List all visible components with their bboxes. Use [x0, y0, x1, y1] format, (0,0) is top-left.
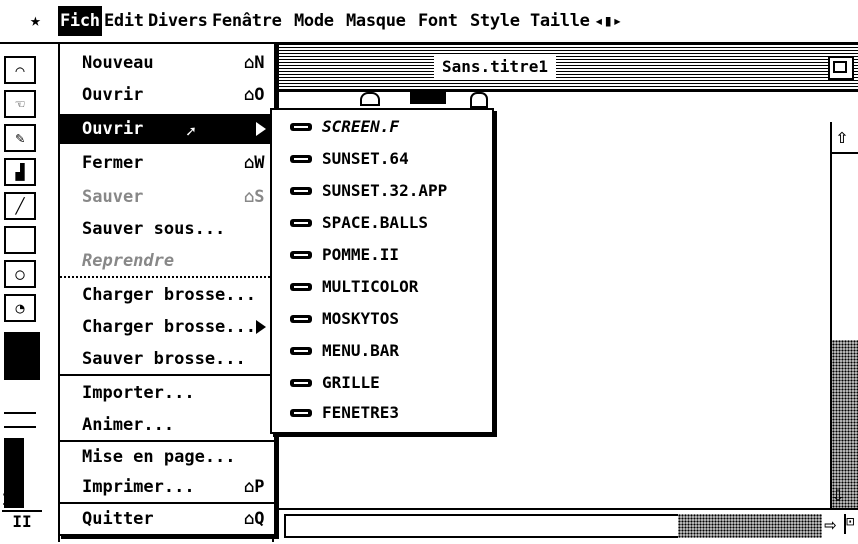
submenu-arrow-icon: [256, 320, 266, 334]
line-width-icon[interactable]: [4, 412, 36, 428]
open-submenu: SCREEN.F SUNSET.64 SUNSET.32.APP SPACE.B…: [270, 108, 494, 434]
menu-item-fermer[interactable]: Fermer ⌂W: [60, 148, 274, 178]
zoom-box-icon[interactable]: [828, 56, 854, 80]
menu-mode[interactable]: Mode: [294, 6, 334, 36]
menu-item-importer[interactable]: Importer...: [60, 378, 274, 408]
tool-palette: ⌒ ☜ ✎ ▟ ╱ ◯ ◔ I II: [0, 42, 60, 542]
magnifier-icon[interactable]: [360, 92, 380, 106]
submenu-item-file[interactable]: FENETRE3: [272, 398, 492, 428]
menu-item-reprendre[interactable]: Reprendre: [60, 246, 274, 276]
menu-separator: [60, 276, 274, 278]
menu-item-imprimer[interactable]: Imprimer... ⌂P: [60, 472, 274, 502]
submenu-item-file[interactable]: GRILLE: [272, 368, 492, 398]
disk-icon: [290, 347, 312, 355]
lock-icon[interactable]: [470, 92, 488, 108]
menu-style[interactable]: Style: [470, 6, 520, 36]
scroll-right-arrow-icon[interactable]: ⇨: [824, 512, 836, 536]
disk-icon: [290, 409, 312, 417]
menu-item-nouveau[interactable]: Nouveau ⌂N: [60, 48, 274, 78]
menu-item-sauver[interactable]: Sauver ⌂S: [60, 182, 274, 212]
pattern-selector-icon[interactable]: II: [2, 510, 42, 534]
disk-icon: [290, 155, 312, 163]
menu-item-charger-brosse-submenu[interactable]: Charger brosse...: [60, 312, 274, 342]
lasso-tool-icon[interactable]: ⌒: [4, 56, 36, 84]
submenu-item-file[interactable]: SCREEN.F: [272, 112, 492, 142]
freeform-tool-icon[interactable]: ◔: [4, 294, 36, 322]
submenu-item-file[interactable]: MENU.BAR: [272, 336, 492, 366]
mouse-cursor-icon: ➚: [186, 122, 196, 141]
window-title: Sans.titre1: [434, 55, 556, 79]
apple-menu-icon[interactable]: ★: [30, 6, 56, 36]
grow-box-icon[interactable]: ⊡: [844, 514, 858, 534]
menu-separator: [60, 374, 274, 376]
horizontal-scroll-track[interactable]: [678, 514, 822, 538]
disk-icon: [290, 283, 312, 291]
menu-item-animer[interactable]: Animer...: [60, 410, 274, 440]
file-menu: Nouveau ⌂N Ouvrir ⌂O Ouvrir ➚ Fermer ⌂W …: [58, 42, 276, 536]
hand-tool-icon[interactable]: ☜: [4, 90, 36, 118]
submenu-item-file[interactable]: MOSKYTOS: [272, 304, 492, 334]
menu-fich[interactable]: Fich: [58, 6, 102, 36]
disk-icon: [290, 187, 312, 195]
menu-masque[interactable]: Masque: [346, 6, 406, 36]
disk-icon: [290, 379, 312, 387]
menu-item-sauver-sous[interactable]: Sauver sous...: [60, 214, 274, 244]
paint-bucket-tool-icon[interactable]: ▟: [4, 158, 36, 186]
line-tool-icon[interactable]: ╱: [4, 192, 36, 220]
menu-edit[interactable]: Edit: [104, 6, 144, 36]
disk-icon: [290, 219, 312, 227]
menu-item-mise-en-page[interactable]: Mise en page...: [60, 442, 274, 472]
menu-item-sauver-brosse[interactable]: Sauver brosse...: [60, 344, 274, 374]
submenu-item-file[interactable]: POMME.II: [272, 240, 492, 270]
vertical-scrollbar[interactable]: ⇧: [830, 122, 858, 510]
submenu-item-file[interactable]: SUNSET.32.APP: [272, 176, 492, 206]
submenu-arrow-icon: [256, 122, 266, 136]
menu-divers[interactable]: Divers: [148, 6, 208, 36]
menu-taille[interactable]: Taille: [530, 6, 590, 36]
oval-tool-icon[interactable]: ◯: [4, 260, 36, 288]
submenu-item-file[interactable]: MULTICOLOR: [272, 272, 492, 302]
menu-item-quitter[interactable]: Quitter ⌂Q: [60, 504, 274, 534]
scroll-thumb[interactable]: [832, 152, 858, 342]
menu-font[interactable]: Font: [418, 6, 458, 36]
submenu-item-file[interactable]: SUNSET.64: [272, 144, 492, 174]
scroll-up-arrow-icon[interactable]: ⇧: [836, 124, 848, 148]
rectangle-tool-icon[interactable]: [4, 226, 36, 254]
menu-fenetre[interactable]: Fenâtre: [212, 6, 282, 36]
horizontal-scroll-field[interactable]: [284, 514, 680, 538]
menu-item-charger-brosse[interactable]: Charger brosse...: [60, 280, 274, 310]
pattern-swatch[interactable]: [4, 332, 40, 380]
pen-tool-icon[interactable]: ✎: [4, 124, 36, 152]
disk-icon: [290, 123, 312, 131]
submenu-item-file[interactable]: SPACE.BALLS: [272, 208, 492, 238]
menu-item-ouvrir-submenu[interactable]: Ouvrir: [60, 114, 274, 144]
disk-icon: [290, 251, 312, 259]
disk-icon: [290, 315, 312, 323]
scroll-down-arrow-icon[interactable]: ⇩: [832, 482, 844, 506]
menu-item-ouvrir[interactable]: Ouvrir ⌂O: [60, 80, 274, 110]
horizontal-scrollbar[interactable]: ⇨ ⊡: [274, 508, 858, 544]
sound-icon[interactable]: ◂▮▸: [594, 6, 622, 36]
color-swatch-icon[interactable]: [410, 92, 446, 104]
menu-bar: ★ Fich Edit Divers Fenâtre Mode Masque F…: [0, 0, 858, 44]
window-titlebar[interactable]: Sans.titre1: [274, 44, 858, 92]
